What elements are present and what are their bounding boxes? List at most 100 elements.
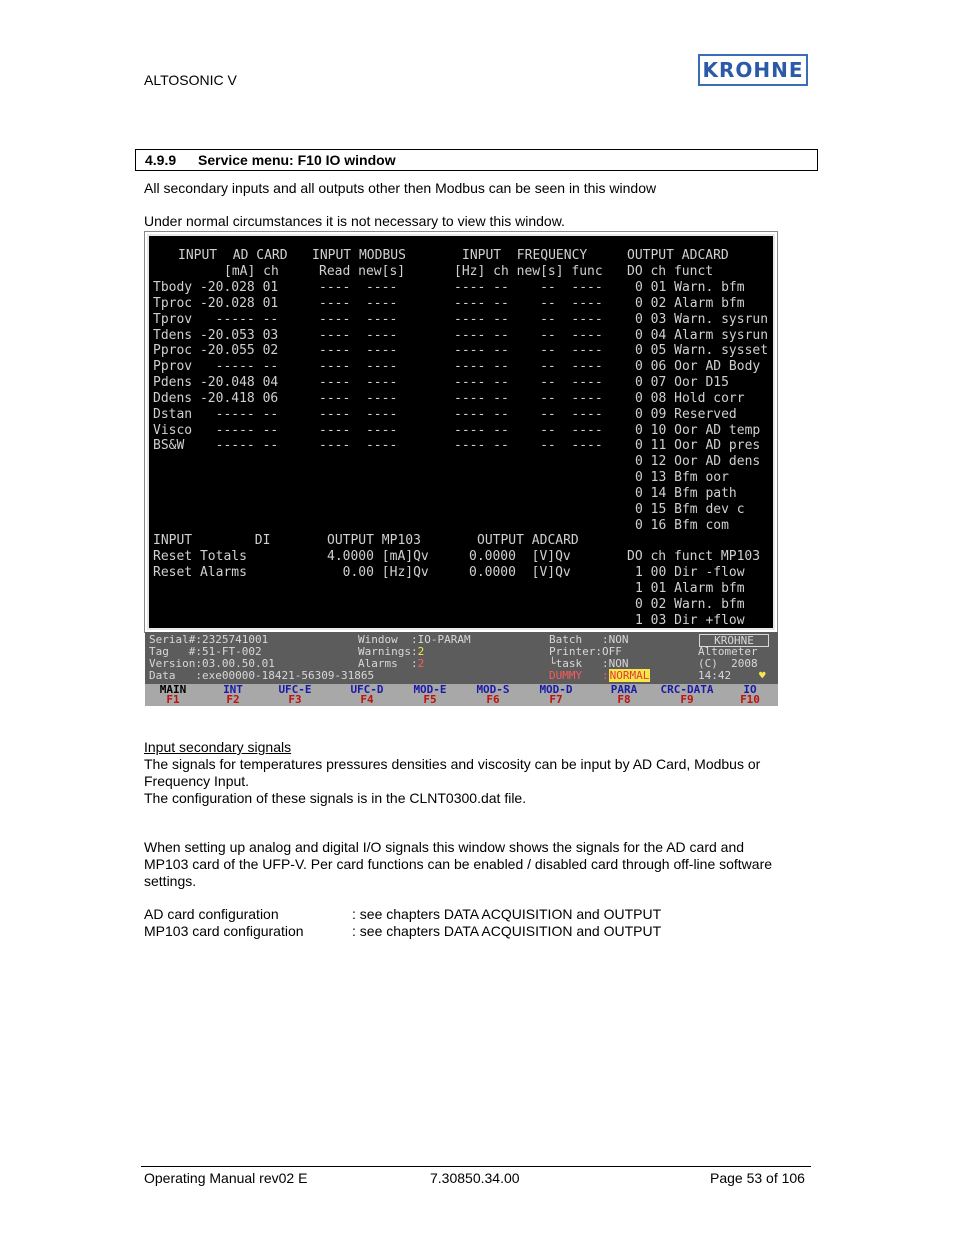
body-p2-line2: MP103 card of the UFP-V. Per card functi… xyxy=(144,856,773,872)
modbus-row: ---- ---- xyxy=(319,311,398,327)
do-mp103-row: 1 03 Dir +flow xyxy=(635,612,745,628)
modbus-row: ---- ---- xyxy=(319,359,398,375)
input-ad-card-units: [mA] ch xyxy=(224,264,279,279)
do-mp103-header: DO ch funct MP103 xyxy=(627,549,761,564)
output-adcard-row: 0 10 Oor AD temp xyxy=(635,422,761,438)
ad-card-row: Pproc -20.055 02 xyxy=(153,343,279,359)
config-ad-value: : see chapters DATA ACQUISITION and OUTP… xyxy=(352,906,662,922)
input-modbus-title: INPUT MODBUS xyxy=(312,248,406,263)
intro-paragraph-2: Under normal circumstances it is not nec… xyxy=(144,213,565,229)
config-ad-label: AD card configuration xyxy=(144,906,279,922)
alarms-count: 2 xyxy=(417,657,425,670)
frequency-row: ---- -- -- ---- xyxy=(454,438,603,454)
function-key-shortcut: F6 xyxy=(486,693,500,706)
output-adcard-row: 0 13 Bfm oor xyxy=(635,470,729,486)
intro-paragraph-1: All secondary inputs and all outputs oth… xyxy=(144,180,657,196)
frequency-row: ---- -- -- ---- xyxy=(454,375,603,391)
alarms-row: Alarms :2 xyxy=(358,657,425,670)
ad-card-row: Ddens -20.418 06 xyxy=(153,390,279,406)
input-frequency-title: INPUT FREQUENCY xyxy=(462,248,588,263)
input-frequency-header: [Hz] ch new[s] func xyxy=(454,264,603,279)
output-mp103-row-2: 0.00 [Hz]Qv xyxy=(327,565,429,580)
frequency-row: ---- -- -- ---- xyxy=(454,359,603,375)
output-adcard-row: 0 01 Warn. bfm xyxy=(635,280,745,295)
modbus-row: ---- ---- xyxy=(319,343,398,359)
frequency-row: ---- -- -- ---- xyxy=(454,343,603,359)
function-key-f10[interactable]: IO F10 xyxy=(720,684,780,706)
modbus-row: ---- ---- xyxy=(319,280,398,295)
ad-card-row: BS&W ----- -- xyxy=(153,438,279,454)
function-key-shortcut: F4 xyxy=(360,693,374,706)
do-mp103-rows: 1 00 Dir -flow 1 01 Alarm bfm 0 02 Warn. b… xyxy=(635,565,745,628)
function-key-shortcut: F2 xyxy=(226,693,240,706)
input-ad-card-rows: Tbody -20.028 01 Tproc -20.028 01 Tprov --… xyxy=(153,280,278,454)
function-key-shortcut: F1 xyxy=(166,693,180,706)
output-adcard-row: 0 15 Bfm dev c xyxy=(635,501,745,517)
frequency-row: ---- -- -- ---- xyxy=(454,406,603,422)
frequency-row: ---- -- -- ---- xyxy=(454,311,603,327)
config-mp103-value: : see chapters DATA ACQUISITION and OUTP… xyxy=(352,923,662,939)
ad-card-row: Pdens -20.048 04 xyxy=(153,375,279,391)
ad-card-row: Tprov ----- -- xyxy=(153,311,279,327)
body-p1-line3: The configuration of these signals is in… xyxy=(144,790,527,806)
data-value: exe00000-18421-56309-31865 xyxy=(201,669,375,682)
body-p2-line1: When setting up analog and digital I/O s… xyxy=(144,839,745,855)
function-key-f3[interactable]: UFC-E F3 xyxy=(265,684,325,705)
output-adcard-analog-row-1: 0.0000 [V]Qv xyxy=(469,549,571,564)
output-adcard-row: 0 11 Oor AD pres xyxy=(635,438,761,454)
output-adcard-row: 0 03 Warn. sysrun xyxy=(635,311,769,327)
ad-card-row: Tbody -20.028 01 xyxy=(153,280,279,295)
function-key-shortcut: F5 xyxy=(423,693,437,706)
input-di-row-reset-totals: Reset Totals xyxy=(153,549,247,564)
krohne-logo: KROHNE xyxy=(698,54,808,86)
input-modbus-header: Read new[s] xyxy=(319,264,406,279)
function-key-bar: MAIN F1 INT F2 UFC-E F3 UFC-D F4 MOD-E F5 MOD-S F6 M… xyxy=(145,684,778,706)
modbus-row: ---- ---- xyxy=(319,406,398,422)
io-window-screen: INPUT AD CARD [mA] ch Tbody -20.028 01 Tp… xyxy=(147,234,775,630)
output-adcard-row: 0 12 Oor AD dens xyxy=(635,454,761,470)
body-p1-line1: The signals for temperatures pressures d… xyxy=(144,756,761,772)
function-key-f5[interactable]: MOD-E F5 xyxy=(400,684,460,706)
footer-doc-number: 7.30850.34.00 xyxy=(430,1170,520,1186)
clock: 14:42 xyxy=(698,669,732,682)
output-adcard-analog-row-2: 0.0000 [V]Qv xyxy=(469,565,571,580)
function-key-f2[interactable]: INT F2 xyxy=(203,684,263,706)
function-key-f4[interactable]: UFC-D F4 xyxy=(337,684,397,706)
function-key-shortcut: F8 xyxy=(617,693,631,706)
do-mp103-row: 0 02 Warn. bfm xyxy=(635,596,745,612)
modbus-row: ---- ---- xyxy=(319,327,398,343)
footer-manual: Operating Manual rev02 E xyxy=(144,1170,308,1186)
function-key-f6[interactable]: MOD-S F6 xyxy=(463,684,523,706)
output-adcard-row: 0 09 Reserved xyxy=(635,406,737,422)
status-bar: Serial#:2325741001 Tag #:51-FT-002 Versi… xyxy=(145,632,778,684)
output-adcard-row: 0 08 Hold corr xyxy=(635,390,745,406)
input-di-row-reset-alarms: Reset Alarms xyxy=(153,565,247,580)
output-adcard-row: 0 02 Alarm bfm xyxy=(635,295,745,311)
function-key-shortcut: F10 xyxy=(740,693,760,706)
function-key-f9[interactable]: CRC-DATA F9 xyxy=(657,684,717,706)
function-key-f8[interactable]: PARA F8 xyxy=(594,684,654,706)
modbus-row: ---- ---- xyxy=(319,295,398,311)
output-adcard-header: DO ch funct xyxy=(627,264,714,279)
input-ad-card-title: INPUT AD CARD xyxy=(178,248,288,263)
window-value: IO-PARAM xyxy=(417,633,471,646)
function-key-f7[interactable]: MOD-D F7 xyxy=(526,684,586,705)
footer-divider xyxy=(141,1166,811,1167)
frequency-row: ---- -- -- ---- xyxy=(454,295,603,311)
output-adcard-row: 0 06 Oor AD Body xyxy=(635,359,761,375)
normal-badge: NORMAL xyxy=(608,669,651,682)
modbus-row: ---- ---- xyxy=(319,438,398,454)
subheading-input-secondary-signals: Input secondary signals xyxy=(144,739,292,755)
logo-text: KROHNE xyxy=(702,58,804,82)
do-mp103-row: 1 00 Dir -flow xyxy=(635,565,745,580)
output-mp103-row-1: 4.0000 [mA]Qv xyxy=(327,549,429,564)
function-key-f1[interactable]: MAIN F1 xyxy=(143,684,203,706)
config-mp103-label: MP103 card configuration xyxy=(144,923,304,939)
function-key-shortcut: F9 xyxy=(680,693,694,706)
output-adcard-row: 0 04 Alarm sysrun xyxy=(635,327,769,343)
ad-card-row: Dstan ----- -- xyxy=(153,406,279,422)
ad-card-row: Tproc -20.028 01 xyxy=(153,295,279,311)
ad-card-row: Pprov ----- -- xyxy=(153,359,279,375)
footer-page: Page 53 of 106 xyxy=(710,1170,805,1186)
output-adcard-analog-title: OUTPUT ADCARD xyxy=(477,533,579,548)
